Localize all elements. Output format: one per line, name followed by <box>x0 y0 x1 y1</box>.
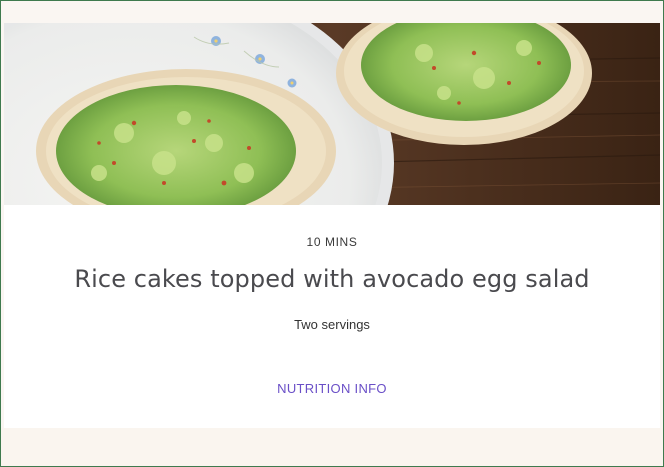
top-strip <box>1 1 663 23</box>
servings-text: Two servings <box>294 317 370 332</box>
prep-time: 10 MINS <box>306 235 358 249</box>
recipe-card-frame: 10 MINS Rice cakes topped with avocado e… <box>0 0 664 467</box>
bottom-strip <box>1 428 663 466</box>
recipe-card-body: 10 MINS Rice cakes topped with avocado e… <box>4 205 660 428</box>
nutrition-info-link[interactable]: NUTRITION INFO <box>4 381 660 396</box>
recipe-title: Rice cakes topped with avocado egg salad <box>74 265 590 293</box>
recipe-hero-image <box>4 23 660 205</box>
